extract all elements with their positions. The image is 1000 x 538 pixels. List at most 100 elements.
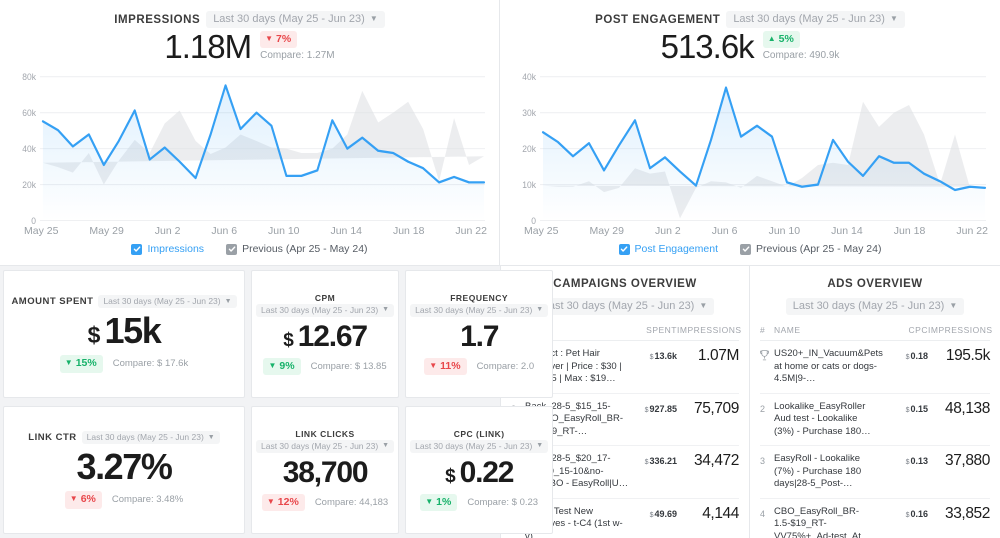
impressions-line-chart: 80k 60k 40k 20k 0 [10, 68, 487, 227]
kpi-grid: AMOUNT SPENT Last 30 days (May 25 - Jun … [0, 266, 500, 538]
chevron-down-icon: ▼ [225, 298, 232, 305]
svg-text:0: 0 [31, 215, 36, 225]
kpi-card-link-ctr[interactable]: LINK CTR Last 30 days (May 25 - Jun 23) … [3, 406, 245, 534]
kpi-row-1: AMOUNT SPENT Last 30 days (May 25 - Jun … [0, 266, 500, 402]
ad-rank: 4 [760, 506, 774, 519]
amount-spent-delta-badge: ▼ 15% [60, 355, 103, 372]
ad-cpc-value: 0.13 [910, 456, 928, 466]
kpi-row-2: LINK CTR Last 30 days (May 25 - Jun 23) … [0, 402, 500, 538]
campaign-spent-value: 49.69 [654, 509, 677, 519]
link-ctr-date-range-selector[interactable]: Last 30 days (May 25 - Jun 23) ▼ [82, 431, 220, 444]
currency-symbol: $ [906, 459, 910, 466]
link-clicks-delta-badge: ▼ 12% [262, 494, 305, 511]
checkbox-checked-icon [619, 244, 630, 255]
link-ctr-compare-text: Compare: 3.48% [112, 494, 183, 505]
svg-text:40k: 40k [522, 72, 536, 82]
tables-wrap: CAMPAIGNS OVERVIEW Last 30 days (May 25 … [500, 266, 1000, 538]
table-row[interactable]: 3 EasyRoll - Lookalike (7%) - Purchase 1… [760, 446, 990, 499]
legend-toggle-post-engagement[interactable]: Post Engagement [619, 243, 718, 255]
impressions-date-range-label: Last 30 days (May 25 - Jun 23) [213, 13, 365, 25]
post-engagement-delta-badge: ▲ 5% [763, 31, 800, 48]
chevron-down-icon: ▼ [208, 434, 215, 441]
kpi-title-link-clicks: LINK CLICKS [295, 429, 354, 439]
link-clicks-date-range-selector[interactable]: Last 30 days (May 25 - Jun 23) ▼ [256, 440, 394, 453]
ads-date-range-selector[interactable]: Last 30 days (May 25 - Jun 23) ▼ [786, 298, 965, 315]
arrow-down-icon: ▼ [70, 495, 78, 503]
legend-toggle-impressions[interactable]: Impressions [131, 243, 204, 255]
campaign-impressions: 75,709 [677, 401, 739, 417]
svg-text:20k: 20k [522, 143, 536, 153]
legend-toggle-previous[interactable]: Previous (Apr 25 - May 24) [226, 243, 367, 255]
cpc-link-date-range-selector[interactable]: Last 30 days (May 25 - Jun 23) ▼ [410, 440, 548, 453]
cpm-value: 12.67 [298, 322, 367, 352]
legend-label-previous: Previous (Apr 25 - May 24) [756, 243, 881, 255]
ad-name: US20+_IN_Vacuum&Pets at home or cats or … [774, 348, 884, 386]
cpc-link-date-range-label: Last 30 days (May 25 - Jun 23) [415, 441, 532, 451]
impressions-delta-value: 7% [276, 32, 291, 46]
campaign-spent: $336.21 [633, 453, 677, 466]
kpi-card-cpc-link[interactable]: CPC (LINK) Last 30 days (May 25 - Jun 23… [405, 406, 553, 534]
ads-date-range-label: Last 30 days (May 25 - Jun 23) [793, 300, 945, 312]
ad-rank: 2 [760, 401, 774, 414]
ad-rank: 3 [760, 453, 774, 466]
kpi-card-link-clicks[interactable]: LINK CLICKS Last 30 days (May 25 - Jun 2… [251, 406, 399, 534]
impressions-delta-badge: ▼ 7% [260, 31, 297, 48]
currency-symbol: $ [906, 354, 910, 361]
link-ctr-delta-badge: ▼ 6% [65, 491, 102, 508]
impressions-date-range-selector[interactable]: Last 30 days (May 25 - Jun 23) ▼ [206, 11, 385, 28]
ads-overview-panel: ADS OVERVIEW Last 30 days (May 25 - Jun … [750, 266, 1000, 538]
arrow-down-icon: ▼ [268, 362, 276, 370]
post-engagement-date-range-selector[interactable]: Last 30 days (May 25 - Jun 23) ▼ [726, 11, 905, 28]
arrow-down-icon: ▼ [425, 498, 433, 506]
post-engagement-chart-panel: POST ENGAGEMENT Last 30 days (May 25 - J… [500, 0, 1000, 266]
campaign-spent: $49.69 [633, 506, 677, 519]
campaigns-date-range-selector[interactable]: Last 30 days (May 25 - Jun 23) ▼ [536, 298, 715, 315]
currency-symbol: $ [650, 512, 654, 519]
arrow-down-icon: ▼ [267, 498, 275, 506]
chevron-down-icon: ▼ [536, 306, 543, 313]
table-row[interactable]: US20+_IN_Vacuum&Pets at home or cats or … [760, 341, 990, 394]
legend-label-current: Post Engagement [635, 243, 718, 255]
page-title: IMPRESSIONS [114, 14, 200, 26]
legend-label-previous: Previous (Apr 25 - May 24) [242, 243, 367, 255]
post-engagement-legend: Post Engagement Previous (Apr 25 - May 2… [500, 237, 1000, 265]
impressions-chart-plot: 80k 60k 40k 20k 0 [0, 66, 499, 227]
link-ctr-date-range-label: Last 30 days (May 25 - Jun 23) [87, 432, 204, 442]
kpi-card-cpm[interactable]: CPM Last 30 days (May 25 - Jun 23) ▼ $ 1… [251, 270, 399, 398]
campaign-spent: $927.85 [633, 401, 677, 414]
charts-row: IMPRESSIONS Last 30 days (May 25 - Jun 2… [0, 0, 1000, 266]
cpm-date-range-selector[interactable]: Last 30 days (May 25 - Jun 23) ▼ [256, 304, 394, 317]
cpm-delta-value: 9% [279, 359, 294, 373]
chevron-down-icon: ▼ [890, 15, 898, 23]
table-row[interactable]: 2 Lookalike_EasyRoller Aud test - Lookal… [760, 394, 990, 447]
ad-impressions: 33,852 [928, 506, 990, 522]
amount-spent-date-range-selector[interactable]: Last 30 days (May 25 - Jun 23) ▼ [98, 295, 236, 308]
column-header-impressions: IMPRESSIONS [677, 325, 739, 335]
currency-symbol: $ [645, 407, 649, 414]
arrow-down-icon: ▼ [65, 359, 73, 367]
frequency-date-range-label: Last 30 days (May 25 - Jun 23) [415, 305, 532, 315]
amount-spent-compare-text: Compare: $ 17.6k [113, 358, 189, 369]
legend-toggle-previous[interactable]: Previous (Apr 25 - May 24) [740, 243, 881, 255]
chevron-down-icon: ▼ [382, 306, 389, 313]
ad-name: Lookalike_EasyRoller Aud test - Lookalik… [774, 401, 884, 439]
amount-spent-value: 15k [104, 313, 160, 349]
cpm-date-range-label: Last 30 days (May 25 - Jun 23) [261, 305, 378, 315]
amount-spent-delta-value: 15% [76, 356, 97, 370]
campaigns-date-range-label: Last 30 days (May 25 - Jun 23) [543, 300, 695, 312]
post-engagement-title: POST ENGAGEMENT [595, 14, 720, 26]
ads-table-header: # NAME CPC IMPRESSIONS [760, 315, 990, 341]
svg-text:10k: 10k [522, 179, 536, 189]
post-engagement-date-range-label: Last 30 days (May 25 - Jun 23) [733, 13, 885, 25]
kpi-card-frequency[interactable]: FREQUENCY Last 30 days (May 25 - Jun 23)… [405, 270, 553, 398]
campaign-impressions: 4,144 [677, 506, 739, 522]
chevron-down-icon: ▼ [699, 302, 707, 310]
ad-cpc: $0.16 [884, 506, 928, 519]
checkbox-checked-icon [226, 244, 237, 255]
table-row[interactable]: 4 CBO_EasyRoll_BR-1.5-$19_RT-VV75%+_Ad-t… [760, 499, 990, 538]
cpc-link-value: 0.22 [460, 458, 514, 488]
metrics-and-tables-row: AMOUNT SPENT Last 30 days (May 25 - Jun … [0, 266, 1000, 538]
kpi-card-amount-spent[interactable]: AMOUNT SPENT Last 30 days (May 25 - Jun … [3, 270, 245, 398]
frequency-date-range-selector[interactable]: Last 30 days (May 25 - Jun 23) ▼ [410, 304, 548, 317]
link-ctr-value: 3.27% [76, 449, 171, 485]
